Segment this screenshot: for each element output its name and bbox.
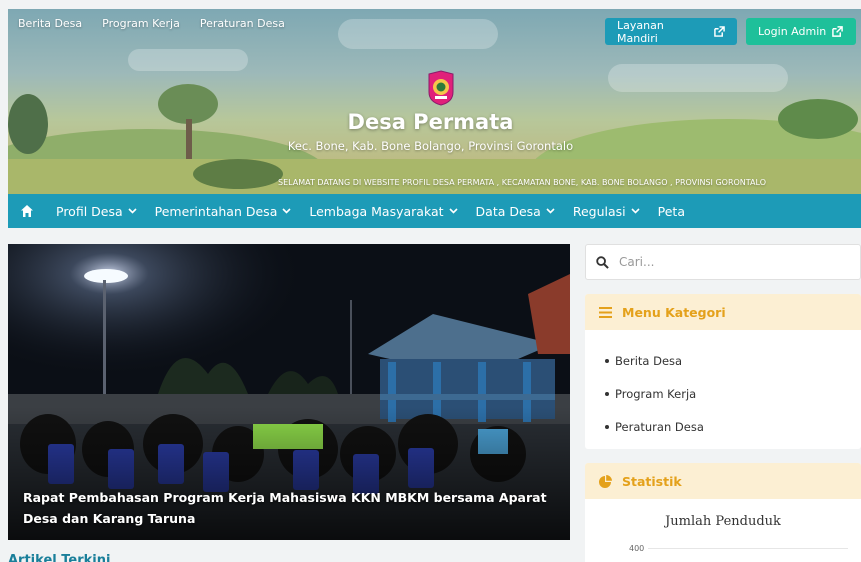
category-item-peraturan[interactable]: Peraturan Desa — [605, 410, 861, 443]
bush — [193, 159, 283, 189]
featured-caption[interactable]: Rapat Pembahasan Program Kerja Mahasiswa… — [23, 487, 558, 529]
layanan-mandiri-button[interactable]: Layanan Mandiri — [605, 18, 737, 45]
nav-label: Regulasi — [572, 203, 626, 219]
nav-item-peta[interactable]: Peta — [658, 204, 685, 219]
y-tick-label: 400 — [629, 544, 645, 553]
external-link-icon — [832, 26, 844, 37]
site-title: Desa Permata — [347, 110, 514, 134]
menu-kategori-card: Menu Kategori Berita Desa Program Kerja … — [585, 294, 861, 449]
bullet-icon — [605, 358, 609, 363]
gridline — [648, 548, 848, 549]
village-logo[interactable] — [426, 70, 456, 106]
welcome-marquee: SELAMAT DATANG DI WEBSITE PROFIL DESA PE… — [278, 178, 766, 187]
nav-item-data-desa[interactable]: Data Desa — [476, 204, 555, 219]
nav-item-regulasi[interactable]: Regulasi — [573, 204, 640, 219]
chevron-down-icon — [282, 208, 291, 214]
nav-label: Lembaga Masyarakat — [309, 203, 444, 219]
top-link-berita[interactable]: Berita Desa — [18, 17, 82, 30]
field — [8, 159, 861, 194]
statistik-header: Statistik — [585, 463, 861, 499]
layanan-mandiri-label: Layanan Mandiri — [617, 18, 664, 45]
cloud — [608, 64, 788, 92]
nav-label: Data Desa — [475, 203, 541, 219]
top-link-peraturan[interactable]: Peraturan Desa — [200, 17, 285, 30]
chevron-down-icon — [631, 208, 640, 214]
chart-title: Jumlah Penduduk — [665, 514, 781, 529]
chevron-down-icon — [128, 208, 137, 214]
page: Berita Desa Program Kerja Peraturan Desa… — [0, 0, 861, 562]
chevron-down-icon — [546, 208, 555, 214]
login-admin-label: Login Admin — [758, 25, 827, 38]
nav-label: Peta — [657, 203, 685, 219]
search-box[interactable]: Cari... — [585, 244, 861, 280]
category-label: Program Kerja — [615, 386, 697, 401]
site-subtitle: Kec. Bone, Kab. Bone Bolango, Provinsi G… — [287, 139, 574, 153]
category-label: Peraturan Desa — [615, 419, 704, 434]
menu-kategori-title: Menu Kategori — [622, 304, 726, 320]
login-admin-button[interactable]: Login Admin — [746, 18, 856, 45]
search-placeholder: Cari... — [619, 255, 655, 269]
nav-label: Pemerintahan Desa — [154, 203, 278, 219]
category-item-berita[interactable]: Berita Desa — [605, 344, 861, 377]
bullet-icon — [605, 391, 609, 396]
nav-item-pemerintahan-desa[interactable]: Pemerintahan Desa — [155, 204, 292, 219]
menu-kategori-header: Menu Kategori — [585, 294, 861, 330]
nav-item-profil-desa[interactable]: Profil Desa — [56, 204, 137, 219]
list-icon — [599, 306, 612, 318]
cloud — [338, 19, 498, 49]
top-nav: Berita Desa Program Kerja Peraturan Desa — [18, 17, 305, 30]
articles-heading: Artikel Terkini — [8, 553, 111, 562]
cloud — [128, 49, 248, 71]
main-nav: Profil Desa Pemerintahan Desa Lembaga Ma… — [8, 194, 861, 228]
featured-article[interactable]: Rapat Pembahasan Program Kerja Mahasiswa… — [8, 244, 570, 540]
external-link-icon — [714, 26, 725, 37]
pie-chart-icon — [599, 474, 612, 488]
statistik-card: Statistik Jumlah Penduduk 400 — [585, 463, 861, 562]
category-item-program[interactable]: Program Kerja — [605, 377, 861, 410]
top-link-program[interactable]: Program Kerja — [102, 17, 180, 30]
category-list: Berita Desa Program Kerja Peraturan Desa — [585, 330, 861, 443]
home-icon[interactable] — [20, 204, 34, 218]
chevron-down-icon — [448, 208, 458, 214]
nav-item-lembaga-masyarakat[interactable]: Lembaga Masyarakat — [309, 203, 458, 219]
search-icon — [596, 255, 609, 269]
statistik-title: Statistik — [622, 473, 682, 489]
category-label: Berita Desa — [615, 353, 683, 368]
nav-label: Profil Desa — [56, 203, 123, 219]
bullet-icon — [605, 424, 609, 429]
